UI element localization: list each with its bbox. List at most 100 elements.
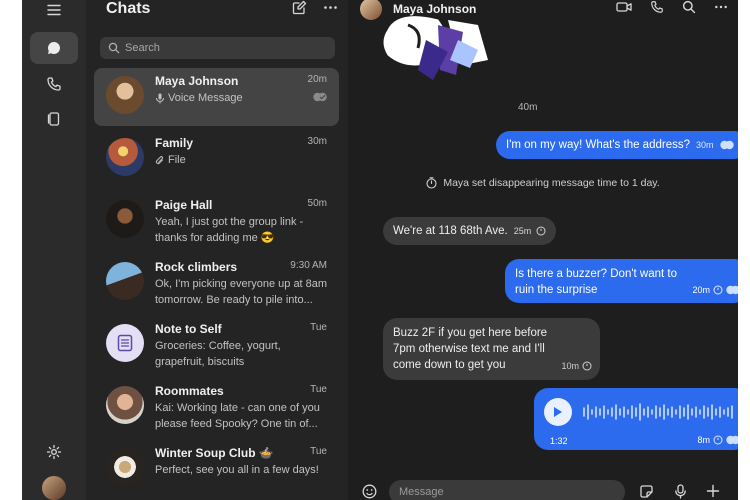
sticker-button[interactable]	[639, 484, 654, 499]
system-message-text: Maya set disappearing message time to 1 …	[443, 177, 660, 189]
chat-list-item[interactable]: Paige Hall 50m Yeah, I just got the grou…	[94, 192, 339, 250]
voice-message[interactable]: 1:32 8m	[534, 388, 738, 450]
search-icon	[682, 0, 696, 14]
timer-icon	[713, 435, 723, 445]
message-composer	[348, 478, 738, 500]
chat-preview-text: File	[168, 154, 186, 166]
play-button[interactable]	[544, 398, 572, 426]
chat-list-item[interactable]: Rock climbers 9:30 AM Ok, I'm picking ev…	[94, 254, 339, 312]
sticker-timestamp: 40m	[518, 102, 538, 113]
chat-list-item[interactable]: Winter Soup Club 🍲 Tue Perfect, see you …	[94, 440, 339, 498]
chat-time: Tue	[310, 446, 327, 457]
voice-call-button[interactable]	[650, 0, 664, 14]
video-call-button[interactable]	[616, 0, 632, 14]
chat-time: 9:30 AM	[290, 260, 327, 271]
header-actions	[616, 0, 728, 14]
attach-button[interactable]	[706, 484, 720, 498]
chat-name: Note to Self	[155, 322, 222, 336]
chats-nav-button[interactable]	[30, 32, 78, 64]
chat-preview: Groceries: Coffee, yogurt, grapefruit, b…	[155, 340, 281, 368]
timer-icon	[536, 226, 546, 236]
profile-avatar[interactable]	[42, 476, 66, 500]
message-time: 25m	[513, 226, 532, 236]
emoji-icon	[362, 484, 377, 499]
timer-icon	[582, 361, 592, 371]
stories-nav-button[interactable]	[30, 103, 78, 135]
stories-icon	[47, 112, 60, 126]
chat-preview: Voice Message	[155, 90, 333, 106]
play-icon	[554, 407, 562, 417]
nav-rail	[22, 0, 86, 500]
timer-icon	[713, 285, 723, 295]
message-time: 20m	[692, 285, 710, 295]
chat-list-item[interactable]: Maya Johnson 20m Voice Message	[94, 68, 339, 126]
message-text: Is there a buzzer? Don't want to ruin th…	[515, 268, 678, 296]
read-receipt-icon	[720, 140, 734, 150]
message-input[interactable]	[399, 484, 609, 500]
chat-preview: Perfect, see you all in a few days!	[155, 464, 319, 476]
more-options-button[interactable]	[323, 0, 338, 15]
mic-icon	[675, 484, 686, 499]
message-meta: 8m	[697, 432, 738, 448]
chat-time: 30m	[307, 136, 327, 147]
chat-name: Rock climbers	[155, 260, 238, 274]
more-horizontal-icon	[715, 5, 727, 9]
phone-icon	[47, 77, 61, 91]
chat-list-item[interactable]: Note to Self Tue Groceries: Coffee, yogu…	[94, 316, 339, 374]
hamburger-icon	[47, 4, 61, 16]
chat-preview: Ok, I'm picking everyone up at 8am tomor…	[155, 278, 328, 306]
read-receipt-icon	[726, 435, 738, 445]
timer-icon	[426, 177, 437, 189]
chat-name: Maya Johnson	[155, 74, 239, 88]
chat-time: 50m	[307, 198, 327, 209]
chat-name: Paige Hall	[155, 198, 213, 212]
message-text: We're at 118 68th Ave.	[393, 225, 508, 237]
note-icon	[117, 334, 133, 352]
settings-button[interactable]	[30, 436, 78, 468]
message-time: 10m	[561, 361, 579, 371]
compose-button[interactable]	[292, 0, 307, 15]
incoming-message[interactable]: Buzz 2F if you get here before 7pm other…	[383, 318, 600, 380]
conversation-more-button[interactable]	[714, 0, 728, 14]
chat-preview: Yeah, I just got the group link - thanks…	[155, 216, 304, 244]
chat-name: Family	[155, 136, 194, 150]
more-horizontal-icon	[324, 6, 337, 9]
chat-bubble-icon	[47, 42, 60, 54]
compose-icon	[292, 0, 307, 15]
chat-time: 20m	[307, 74, 327, 85]
chat-list-item[interactable]: Family 30m File	[94, 130, 339, 188]
outgoing-message[interactable]: I'm on my way! What's the address? 30m	[496, 131, 738, 159]
chat-preview: Kai: Working late - can one of you pleas…	[155, 402, 320, 430]
plus-icon	[706, 484, 720, 498]
incoming-message[interactable]: We're at 118 68th Ave. 25m	[383, 217, 557, 245]
paperclip-icon	[155, 155, 164, 164]
message-text: I'm on my way! What's the address?	[506, 139, 690, 151]
sticker-image[interactable]	[378, 0, 508, 90]
outgoing-message[interactable]: Is there a buzzer? Don't want to ruin th…	[505, 259, 738, 303]
calls-nav-button[interactable]	[30, 68, 78, 100]
read-receipt-icon	[726, 285, 738, 295]
emoji-button[interactable]	[362, 484, 377, 499]
search-icon	[108, 42, 120, 54]
app-window: Chats Maya Johnson 20m Voice Message	[22, 0, 738, 500]
conversation-panel: Maya Johnson 40m I'm on my way! What's t…	[348, 0, 738, 500]
waveform	[583, 403, 733, 421]
system-notice: Maya set disappearing message time to 1 …	[348, 177, 738, 192]
chat-preview: File	[155, 152, 333, 168]
chat-time: Tue	[310, 322, 327, 333]
search-input[interactable]	[125, 40, 325, 56]
mic-icon	[156, 93, 164, 103]
menu-button[interactable]	[30, 0, 78, 20]
search-conversation-button[interactable]	[682, 0, 696, 14]
chat-list-item[interactable]: Roommates Tue Kai: Working late - can on…	[94, 378, 339, 436]
chat-list-actions	[292, 0, 338, 15]
voice-record-button[interactable]	[674, 484, 687, 499]
avatar	[106, 386, 144, 424]
message-field	[389, 480, 625, 500]
avatar	[106, 200, 144, 238]
avatar	[106, 76, 144, 114]
message-time: 8m	[697, 435, 710, 445]
chat-time: Tue	[310, 384, 327, 395]
chat-name: Roommates	[155, 384, 224, 398]
chats-heading: Chats	[106, 0, 151, 17]
